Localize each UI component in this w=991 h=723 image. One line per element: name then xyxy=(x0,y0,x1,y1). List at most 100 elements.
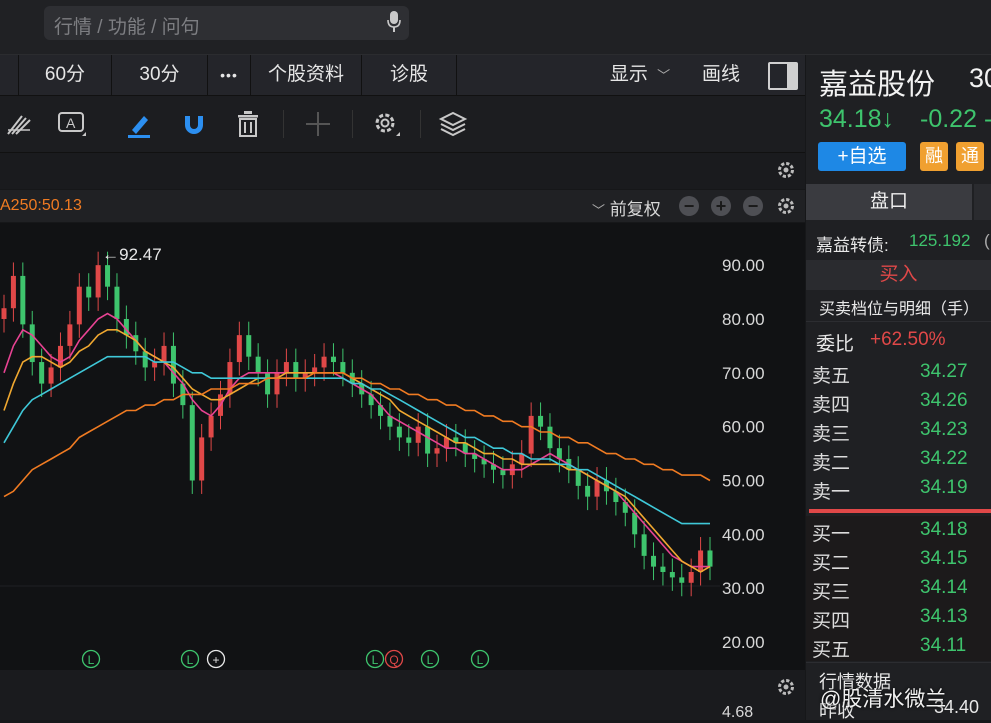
margin-trading-badge[interactable]: 融 xyxy=(920,142,948,171)
convertible-value: 125.192 xyxy=(909,231,971,250)
divider xyxy=(806,321,991,322)
ask-level-label: 卖五 xyxy=(812,366,851,387)
layout-toggle-icon[interactable] xyxy=(768,62,798,90)
bid-level-label: 买四 xyxy=(812,611,851,632)
ask-level-price: 34.27 xyxy=(920,361,968,382)
pen-icon[interactable] xyxy=(124,108,156,140)
period-toolbar: 60分 30分 ••• 个股资料 诊股 显示 ﹀ 画线 xyxy=(0,55,805,96)
candle-body xyxy=(265,372,271,395)
candle-body xyxy=(114,286,120,319)
candle-body xyxy=(340,362,346,373)
spread-divider xyxy=(809,509,991,513)
bid-level-row[interactable]: 买三 34.14 xyxy=(806,574,991,603)
zoom-out-icon[interactable]: − xyxy=(679,196,699,216)
bid-level-price: 34.13 xyxy=(920,606,968,627)
fib-tool-icon[interactable] xyxy=(4,108,36,140)
ask-level-row[interactable]: 卖二 34.22 xyxy=(806,445,991,474)
gear-icon[interactable] xyxy=(775,195,797,217)
bid-level-row[interactable]: 买一 34.18 xyxy=(806,516,991,545)
candle-body xyxy=(641,534,647,556)
signal-marker-label: L xyxy=(187,653,194,667)
signal-marker-label: L xyxy=(427,653,434,667)
bid-level-row[interactable]: 买四 34.13 xyxy=(806,603,991,632)
candle-body xyxy=(538,415,544,427)
trash-icon[interactable] xyxy=(232,108,264,140)
candle-body xyxy=(651,555,657,567)
bid-level-label: 买三 xyxy=(812,582,851,603)
ask-level-price: 34.26 xyxy=(920,390,968,411)
settings-gear-icon[interactable] xyxy=(370,108,402,140)
tab-next[interactable] xyxy=(974,184,991,220)
svg-text:A: A xyxy=(66,115,76,131)
candle-body xyxy=(246,335,252,357)
candle-body xyxy=(679,577,685,583)
more-periods-button[interactable]: ••• xyxy=(208,55,251,95)
stock-side-panel: 嘉益股份 30 34.18↓ -0.22 - +自选 融 通 盘口 嘉益转债: … xyxy=(806,55,991,721)
y-tick-label: 30.00 xyxy=(722,579,765,598)
candle-body xyxy=(208,415,214,438)
candle-body xyxy=(236,335,242,363)
period-60min-button[interactable]: 60分 xyxy=(19,55,112,95)
ask-level-price: 34.22 xyxy=(920,448,968,469)
candle-body xyxy=(528,415,534,454)
bid-level-label: 买二 xyxy=(812,553,851,574)
kline-chart[interactable]: 90.00 80.00 70.00 60.00 50.00 40.00 30.00 20.00… xyxy=(0,223,805,670)
ask-level-label: 卖一 xyxy=(812,482,851,503)
candle-body xyxy=(547,426,553,449)
adjust-dropdown[interactable]: ﹀ 前复权 xyxy=(592,195,661,220)
period-edge[interactable] xyxy=(0,55,19,95)
diagnose-button[interactable]: 诊股 xyxy=(362,55,457,95)
stock-code: 30 xyxy=(969,63,991,93)
ask-level-row[interactable]: 卖一 34.19 xyxy=(806,474,991,503)
crosshair-icon[interactable] xyxy=(302,108,334,140)
connect-badge[interactable]: 通 xyxy=(956,142,984,171)
candle-body xyxy=(1,308,7,319)
search-box[interactable]: 行情 / 功能 / 问句 xyxy=(44,6,409,40)
ask-level-row[interactable]: 卖五 34.27 xyxy=(806,358,991,387)
candle-body xyxy=(406,437,412,443)
layers-icon[interactable] xyxy=(437,108,469,140)
zoom-in-icon[interactable]: + xyxy=(711,196,731,216)
candle-body xyxy=(330,356,336,363)
candle-body xyxy=(707,550,713,567)
drawing-tools-bar: A xyxy=(0,96,805,153)
text-annotation-icon[interactable]: A xyxy=(56,108,88,140)
buy-button[interactable]: 买入 xyxy=(806,260,991,290)
price-change-pct: - xyxy=(984,105,991,134)
candle-body xyxy=(632,512,638,535)
candle-body xyxy=(698,550,704,573)
microphone-icon[interactable] xyxy=(387,11,401,33)
y-tick-label: 20.00 xyxy=(722,633,765,652)
ask-level-row[interactable]: 卖三 34.23 xyxy=(806,416,991,445)
adjust-label: 前复权 xyxy=(609,200,661,219)
top-bar: 行情 / 功能 / 问句 xyxy=(0,0,991,55)
candle-body xyxy=(48,367,54,384)
stock-profile-button[interactable]: 个股资料 xyxy=(251,55,362,95)
collapse-icon[interactable]: − xyxy=(743,196,763,216)
stock-name: 嘉益股份 xyxy=(819,69,936,101)
bid-level-row[interactable]: 买五 34.11 xyxy=(806,632,991,661)
draw-line-button[interactable]: 画线 xyxy=(690,55,752,95)
ask-level-row[interactable]: 卖四 34.26 xyxy=(806,387,991,416)
candle-body xyxy=(10,275,16,309)
tab-pankou[interactable]: 盘口 xyxy=(806,184,972,220)
weibi-label: 委比 xyxy=(816,334,855,355)
gear-icon[interactable] xyxy=(775,676,797,698)
candle-body xyxy=(86,286,92,298)
bid-level-row[interactable]: 买二 34.15 xyxy=(806,545,991,574)
period-30min-button[interactable]: 30分 xyxy=(112,55,208,95)
candle-body xyxy=(189,405,195,481)
y-tick-label: 50.00 xyxy=(722,471,765,490)
current-price: 34.18↓ xyxy=(819,105,895,133)
y-tick-label: 40.00 xyxy=(722,525,765,544)
display-dropdown[interactable]: 显示 ﹀ xyxy=(600,55,680,95)
ask-level-price: 34.19 xyxy=(920,477,968,498)
candle-body xyxy=(39,362,45,384)
bid-level-price: 34.11 xyxy=(920,635,967,656)
add-watchlist-button[interactable]: +自选 xyxy=(818,142,906,171)
search-input[interactable]: 行情 / 功能 / 问句 xyxy=(54,12,200,39)
y-tick-label: 70.00 xyxy=(722,364,765,383)
magnet-icon[interactable] xyxy=(178,108,210,140)
gear-icon[interactable] xyxy=(775,159,797,181)
candle-body xyxy=(283,362,289,373)
